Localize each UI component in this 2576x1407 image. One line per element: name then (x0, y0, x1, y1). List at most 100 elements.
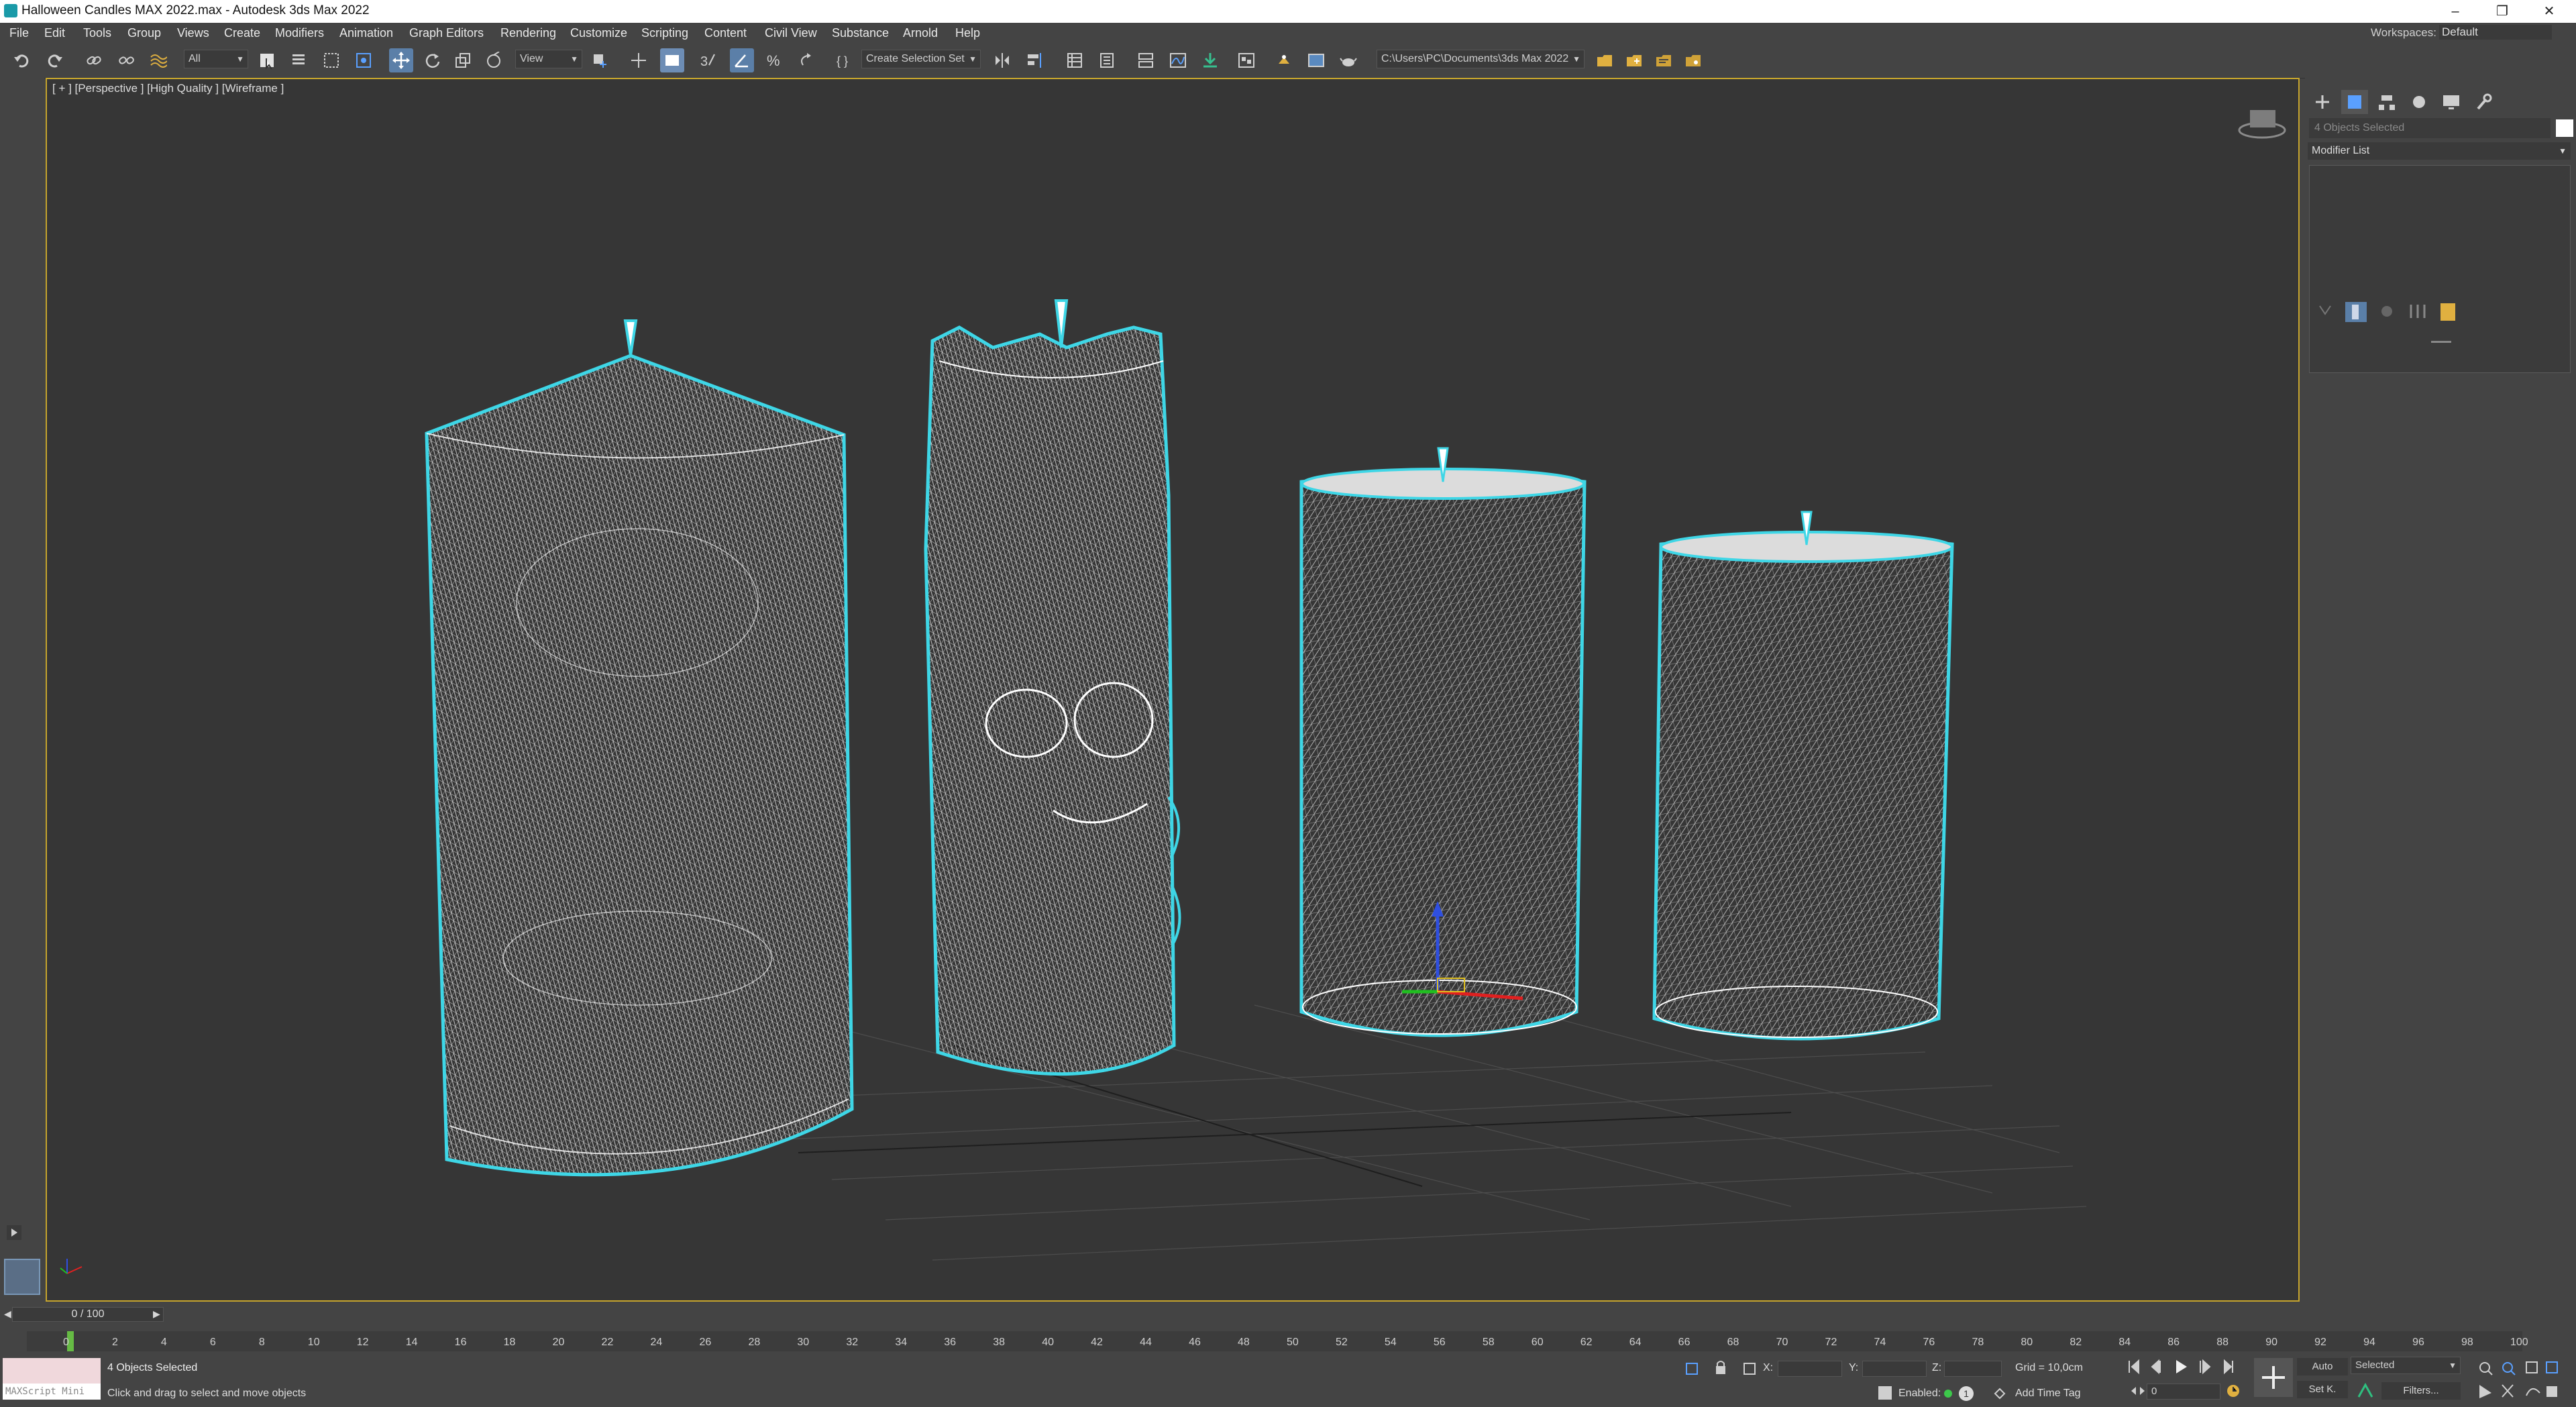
panel-splitter[interactable] (2431, 341, 2451, 343)
axis-tripod (60, 1259, 83, 1274)
display-tab[interactable] (2438, 90, 2465, 114)
select-and-scale-button[interactable] (451, 48, 475, 72)
set-key-mode-button[interactable]: Set K. (2297, 1381, 2348, 1398)
project-create-button[interactable] (1622, 48, 1646, 72)
redo-button[interactable] (43, 48, 67, 72)
render-production-button[interactable] (1336, 48, 1360, 72)
menu-help[interactable]: Help (955, 26, 980, 40)
material-editor-button[interactable] (1234, 48, 1258, 72)
track-bar-tick: 84 (2118, 1337, 2131, 1348)
hierarchy-icon (2379, 95, 2395, 110)
auto-key-button[interactable]: Auto (2297, 1358, 2348, 1375)
edit-named-selection-button[interactable]: { } (832, 48, 856, 72)
menu-create[interactable]: Create (224, 26, 260, 40)
curve-editor-button[interactable] (1166, 48, 1190, 72)
percent-snap-toggle[interactable]: % (762, 48, 786, 72)
project-structure-button[interactable] (1652, 48, 1676, 72)
hierarchy-tab[interactable] (2373, 90, 2400, 114)
place-icon (487, 52, 500, 68)
angle-snap-toggle[interactable] (730, 48, 754, 72)
utilities-tab[interactable] (2470, 90, 2497, 114)
object-color-swatch[interactable] (2556, 119, 2573, 137)
select-and-rotate-button[interactable] (420, 48, 444, 72)
key-filters-button[interactable]: Filters... (2381, 1382, 2461, 1400)
menu-group[interactable]: Group (127, 26, 161, 40)
menu-scripting[interactable]: Scripting (641, 26, 688, 40)
undo-button[interactable] (9, 48, 34, 72)
window-crossing-button[interactable] (352, 48, 376, 72)
track-bar-tick: 6 (209, 1337, 216, 1348)
perspective-viewport[interactable]: [ + ] [Perspective ] [High Quality ] [Wi… (46, 78, 2300, 1302)
pivot-center-button[interactable] (588, 48, 612, 72)
select-and-move-button[interactable] (389, 48, 413, 72)
menu-views[interactable]: Views (177, 26, 209, 40)
status-prompt: Click and drag to select and move object… (107, 1388, 307, 1399)
scene-explorer-button[interactable] (1063, 48, 1087, 72)
bind-space-warp-button[interactable] (146, 48, 170, 72)
spinner-snap-toggle[interactable] (794, 48, 818, 72)
project-folder-dropdown[interactable]: C:\Users\PC\Documents\3ds Max 2022 ▼ (1377, 50, 1585, 68)
rendered-frame-window-button[interactable] (1304, 48, 1328, 72)
close-button[interactable]: ✕ (2529, 1, 2569, 21)
menu-file[interactable]: File (9, 26, 29, 40)
z-coordinate-field[interactable] (1944, 1361, 2002, 1377)
select-object-button[interactable] (255, 48, 279, 72)
render-setup-button[interactable] (1272, 48, 1296, 72)
track-bar[interactable] (27, 1331, 2522, 1351)
menu-civil-view[interactable]: Civil View (765, 26, 817, 40)
create-tab[interactable] (2309, 90, 2336, 114)
selection-name-field[interactable]: 4 Objects Selected (2309, 118, 2551, 138)
snaps-toggle[interactable]: 3 (696, 48, 720, 72)
manipulate-button[interactable] (627, 48, 651, 72)
project-open-button[interactable] (1593, 48, 1617, 72)
maximize-button[interactable]: ❐ (2482, 1, 2522, 21)
project-settings-button[interactable] (1681, 48, 1705, 72)
menu-animation[interactable]: Animation (339, 26, 393, 40)
named-selection-icon: { } (837, 54, 848, 68)
keyboard-shortcut-toggle[interactable] (660, 48, 684, 72)
time-slider[interactable]: 0 / 100 (12, 1307, 164, 1322)
enabled-toggle-button[interactable]: 1 (1959, 1386, 1974, 1401)
select-by-name-button[interactable] (287, 48, 311, 72)
menu-graph-editors[interactable]: Graph Editors (409, 26, 484, 40)
current-frame-field[interactable]: 0 (2147, 1384, 2220, 1400)
unlink-button[interactable] (114, 48, 138, 72)
minimize-button[interactable]: – (2435, 1, 2475, 21)
layer-explorer-button[interactable] (1095, 48, 1119, 72)
link-button[interactable] (82, 48, 106, 72)
workspace-dropdown[interactable]: Default (2439, 25, 2552, 40)
set-key-button[interactable] (2254, 1358, 2293, 1397)
add-time-tag-button[interactable]: Add Time Tag (2015, 1388, 2081, 1400)
menu-substance[interactable]: Substance (832, 26, 889, 40)
rectangular-selection-button[interactable] (319, 48, 343, 72)
menu-customize[interactable]: Customize (570, 26, 627, 40)
y-coordinate-field[interactable] (1862, 1361, 1927, 1377)
viewport-layout-thumbnail[interactable] (4, 1259, 40, 1295)
mirror-icon (996, 53, 1009, 68)
maxscript-mini-field[interactable]: MAXScript Mini (3, 1384, 101, 1400)
toggle-ribbon-button[interactable] (1134, 48, 1158, 72)
reference-coord-dropdown[interactable]: View ▼ (515, 50, 582, 68)
create-selection-set-dropdown[interactable]: Create Selection Set ▼ (861, 50, 981, 68)
mirror-button[interactable] (990, 48, 1014, 72)
motion-tab[interactable] (2406, 90, 2432, 114)
key-filter-dropdown[interactable]: Selected ▼ (2351, 1357, 2461, 1374)
align-button[interactable] (1022, 48, 1046, 72)
time-slider-next[interactable]: ▶ (153, 1308, 160, 1320)
select-and-place-button[interactable] (482, 48, 506, 72)
menu-arnold[interactable]: Arnold (903, 26, 938, 40)
menu-edit[interactable]: Edit (44, 26, 65, 40)
scene-explorer-icon (1067, 53, 1082, 68)
selection-filter-dropdown[interactable]: All ▼ (184, 50, 248, 68)
menu-modifiers[interactable]: Modifiers (275, 26, 324, 40)
menu-rendering[interactable]: Rendering (500, 26, 556, 40)
chevron-down-icon: ▼ (969, 54, 977, 64)
schematic-view-button[interactable] (1198, 48, 1222, 72)
time-slider-prev[interactable]: ◀ (4, 1308, 11, 1320)
modifier-list-dropdown[interactable]: Modifier List ▼ (2308, 142, 2571, 160)
menu-tools[interactable]: Tools (83, 26, 111, 40)
menu-content[interactable]: Content (704, 26, 747, 40)
expand-layout-button[interactable] (7, 1225, 21, 1240)
x-coordinate-field[interactable] (1778, 1361, 1842, 1377)
modify-tab[interactable] (2341, 90, 2368, 114)
